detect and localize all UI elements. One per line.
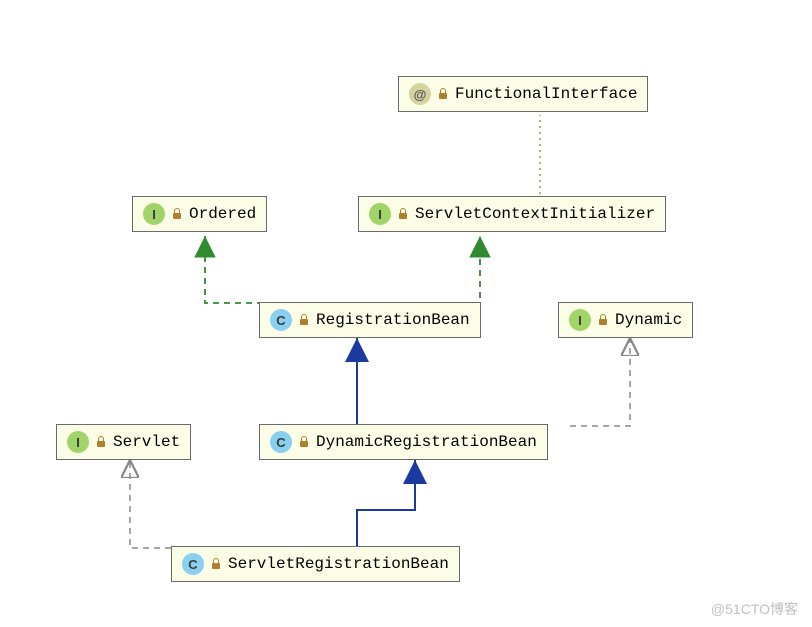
- interface-icon: I: [569, 309, 591, 331]
- node-label: Ordered: [189, 205, 256, 223]
- watermark: @51CTO博客: [711, 599, 798, 619]
- edge-regbean-to-sci: [430, 236, 480, 303]
- lock-icon: [397, 208, 409, 220]
- lock-icon: [95, 436, 107, 448]
- node-functional-interface[interactable]: @ FunctionalInterface: [398, 76, 648, 112]
- lock-icon: [298, 436, 310, 448]
- node-dynamic-registration-bean[interactable]: C DynamicRegistrationBean: [259, 424, 548, 460]
- edge-dynregbean-to-dynamic: [570, 338, 630, 426]
- class-icon: C: [182, 553, 204, 575]
- lock-icon: [597, 314, 609, 326]
- node-label: DynamicRegistrationBean: [316, 433, 537, 451]
- node-label: RegistrationBean: [316, 311, 470, 329]
- node-label: ServletContextInitializer: [415, 205, 655, 223]
- node-ordered[interactable]: I Ordered: [132, 196, 267, 232]
- lock-icon: [437, 88, 449, 100]
- lock-icon: [298, 314, 310, 326]
- edge-regbean-to-ordered: [205, 236, 285, 303]
- node-label: FunctionalInterface: [455, 85, 637, 103]
- node-registration-bean[interactable]: C RegistrationBean: [259, 302, 481, 338]
- interface-icon: I: [369, 203, 391, 225]
- node-servlet-registration-bean[interactable]: C ServletRegistrationBean: [171, 546, 460, 582]
- lock-icon: [210, 558, 222, 570]
- node-label: ServletRegistrationBean: [228, 555, 449, 573]
- node-servlet[interactable]: I Servlet: [56, 424, 191, 460]
- lock-icon: [171, 208, 183, 220]
- edge-srb-to-dynregbean: [357, 460, 415, 548]
- node-label: Dynamic: [615, 311, 682, 329]
- node-label: Servlet: [113, 433, 180, 451]
- class-icon: C: [270, 309, 292, 331]
- interface-icon: I: [143, 203, 165, 225]
- interface-icon: I: [67, 431, 89, 453]
- node-dynamic[interactable]: I Dynamic: [558, 302, 693, 338]
- edge-srb-to-servlet: [130, 460, 215, 548]
- class-icon: C: [270, 431, 292, 453]
- node-servlet-context-initializer[interactable]: I ServletContextInitializer: [358, 196, 666, 232]
- annotation-icon: @: [409, 83, 431, 105]
